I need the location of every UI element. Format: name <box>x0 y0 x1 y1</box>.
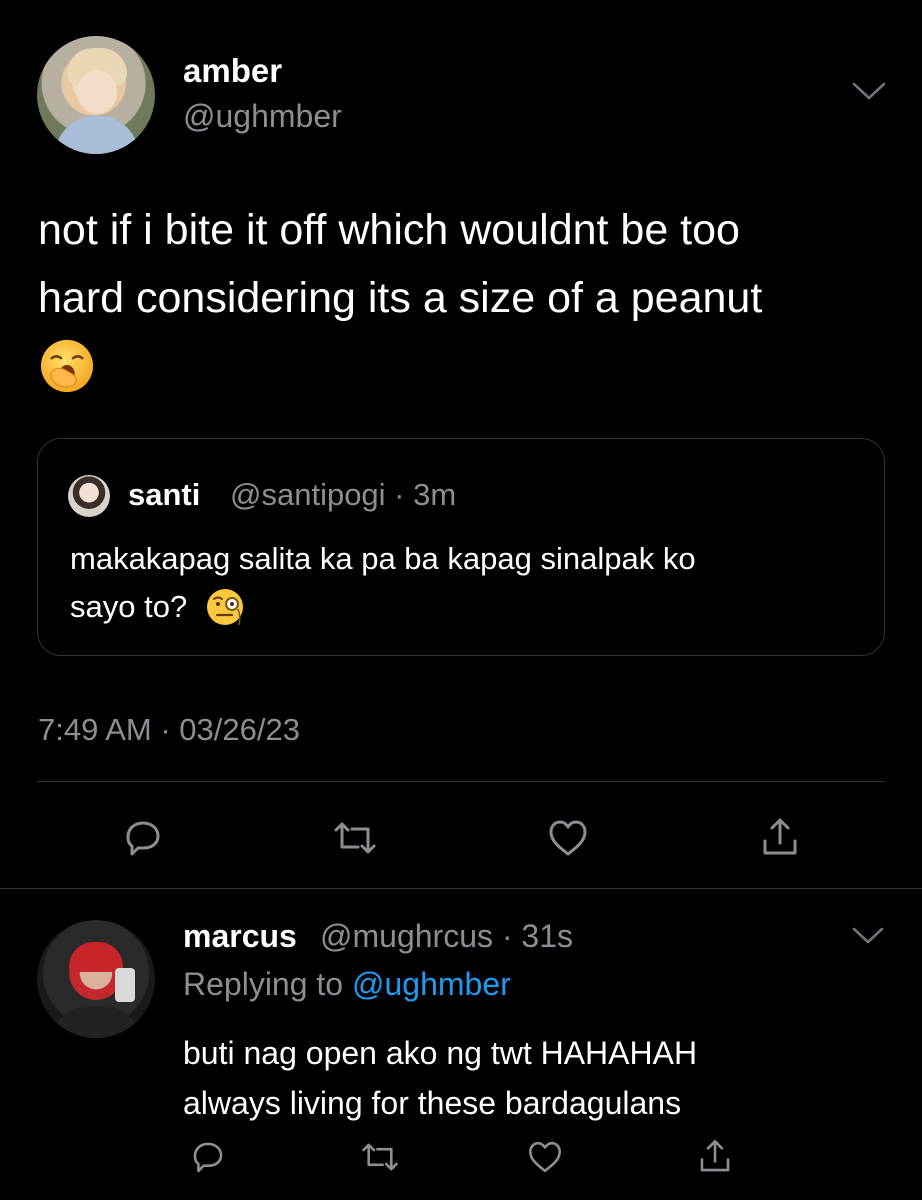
replying-to-mention[interactable]: @ughmber <box>352 966 511 1002</box>
chevron-down-icon[interactable] <box>851 926 885 946</box>
retweet-icon <box>334 822 376 854</box>
quoted-text-line: sayo to? <box>70 589 188 624</box>
reply-display-name[interactable]: marcus <box>183 918 297 955</box>
display-name[interactable]: amber <box>183 52 282 90</box>
share-icon <box>763 818 797 855</box>
divider <box>37 781 885 782</box>
reply-text-line: always living for these bardagulans <box>183 1085 682 1121</box>
retweet-button[interactable] <box>355 1132 405 1182</box>
heart-icon <box>529 1141 561 1173</box>
reply-bubble-icon <box>126 821 160 856</box>
avatar[interactable] <box>68 475 110 517</box>
replying-to-label: Replying to <box>183 966 344 1002</box>
retweet-button[interactable] <box>330 813 380 863</box>
share-button[interactable] <box>690 1132 740 1182</box>
tweet-timestamp[interactable]: 7:49 AM · 03/26/23 <box>38 712 300 748</box>
quoted-tweet-text: makakapag salita ka pa ba kapag sinalpak… <box>70 535 860 631</box>
reply-text-line: buti nag open ako ng twt HAHAHAH <box>183 1035 698 1071</box>
replying-to-line: Replying to @ughmber <box>183 966 511 1003</box>
heart-icon <box>549 820 587 856</box>
share-icon <box>700 1140 730 1172</box>
tweet-action-bar <box>0 808 922 868</box>
quoted-meta: @santipogi · 3m <box>230 477 457 512</box>
avatar-body <box>55 116 139 154</box>
reply-tweet-text: buti nag open ako ng twt HAHAHAH always … <box>183 1028 883 1128</box>
handle[interactable]: @ughmber <box>183 98 342 135</box>
quoted-tweet-card[interactable]: santi @santipogi · 3m makakapag salita k… <box>37 438 885 656</box>
reply-bubble-icon <box>193 1142 223 1173</box>
chevron-down-icon[interactable] <box>851 80 887 102</box>
yawning-face-emoji <box>40 339 94 393</box>
avatar-cap <box>69 942 123 972</box>
share-button[interactable] <box>755 813 805 863</box>
reply-meta: @mughrcus · 31s <box>320 918 574 954</box>
quoted-display-name: santi <box>128 477 201 512</box>
avatar[interactable] <box>37 36 155 154</box>
tweet-text: not if i bite it off which wouldnt be to… <box>38 196 888 400</box>
emoji-row <box>38 332 888 400</box>
tweet-text-line: not if i bite it off which wouldnt be to… <box>38 206 740 254</box>
main-tweet-header: amber @ughmber <box>37 36 887 156</box>
divider <box>0 888 922 889</box>
avatar[interactable] <box>37 920 155 1038</box>
tweet-text-line: hard considering its a size of a peanut <box>38 274 763 322</box>
avatar-shirt <box>49 1006 143 1038</box>
like-button[interactable] <box>543 813 593 863</box>
reply-action-bar <box>0 1132 922 1182</box>
quoted-text-line: makakapag salita ka pa ba kapag sinalpak… <box>70 541 696 576</box>
avatar-phone <box>115 968 135 1002</box>
like-button[interactable] <box>520 1132 570 1182</box>
reply-button[interactable] <box>183 1132 233 1182</box>
face-with-monocle-emoji <box>207 589 244 626</box>
avatar-face <box>77 70 117 114</box>
reply-button[interactable] <box>118 813 168 863</box>
retweet-icon <box>362 1143 398 1171</box>
quoted-text-row: sayo to? <box>70 583 860 631</box>
